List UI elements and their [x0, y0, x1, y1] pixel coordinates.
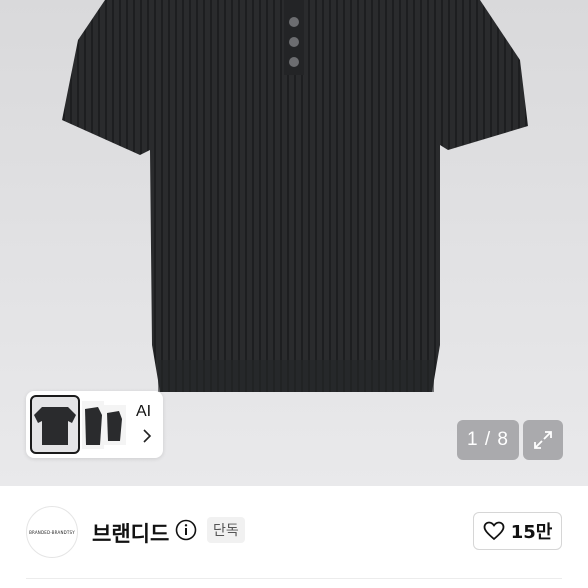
info-icon[interactable] [175, 519, 197, 541]
like-button[interactable]: 15만 [473, 512, 562, 550]
avatar-logo-text: BRANDED-BRANDTSY [29, 529, 75, 535]
ai-label: AI [136, 403, 152, 420]
thumbnail-selected[interactable] [30, 395, 80, 454]
seller-name[interactable]: 브랜디드 [92, 518, 169, 548]
expand-arrows-icon [534, 431, 552, 449]
thumbnail-stack-icon [82, 401, 126, 449]
shirt-thumbnail-icon [34, 407, 76, 445]
divider [26, 578, 562, 579]
product-image-gallery[interactable]: AI 1 / 8 [0, 0, 588, 486]
seller-row: BRANDED-BRANDTSY 브랜디드 단독 15만 [0, 486, 588, 588]
expand-button[interactable] [523, 420, 563, 460]
ai-thumbnail-card[interactable]: AI [26, 391, 163, 458]
page-indicator: 1 / 8 [457, 420, 519, 460]
like-count: 15만 [510, 522, 553, 543]
chevron-right-icon [143, 429, 152, 443]
exclusive-badge: 단독 [207, 517, 245, 543]
heart-outline-icon [483, 521, 505, 541]
seller-avatar[interactable]: BRANDED-BRANDTSY [26, 506, 78, 558]
